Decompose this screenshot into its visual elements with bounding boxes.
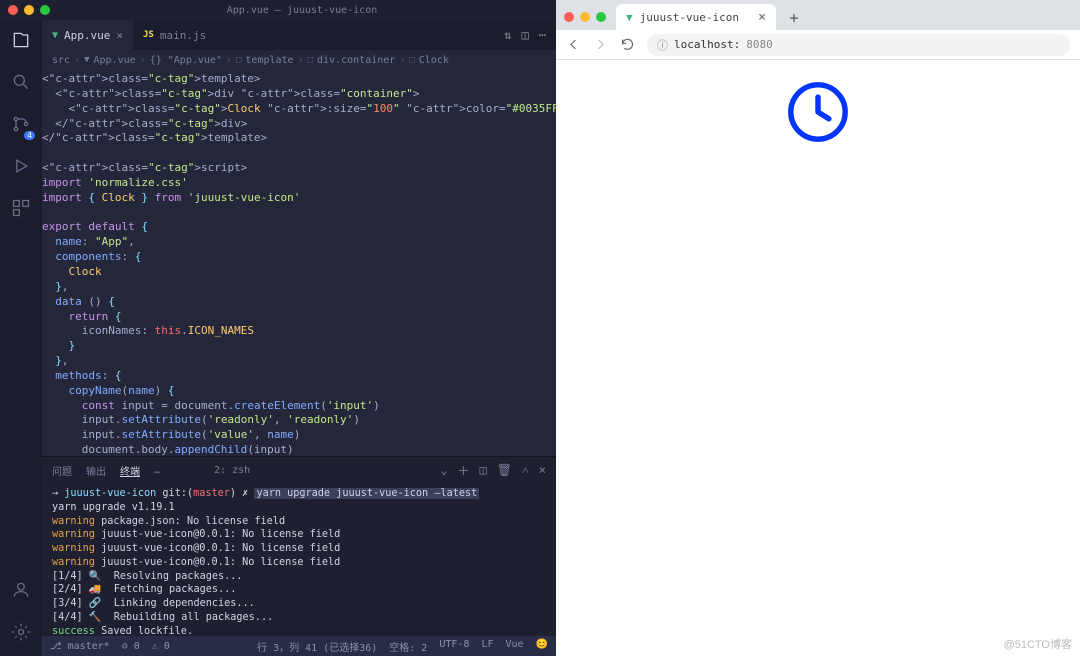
breadcrumbs[interactable]: src› ▼App.vue› {} "App.vue"› ⬚template› …: [42, 50, 556, 70]
url-port: 8080: [746, 38, 773, 51]
tab-label: main.js: [160, 29, 206, 42]
panel-tab-terminal[interactable]: 终端: [120, 463, 140, 478]
close-window-button[interactable]: [8, 5, 18, 15]
encoding[interactable]: UTF-8: [439, 639, 469, 654]
browser-viewport: [556, 60, 1080, 656]
status-bar: ⎇ master* ⊘ 0 ⚠ 0 行 3，列 41 (已选择36) 空格: 2…: [42, 636, 556, 656]
source-control-icon[interactable]: [11, 114, 31, 138]
more-icon[interactable]: ⋯: [539, 28, 546, 42]
editor-tabs: ▼ App.vue × JS main.js ⇅ ◫ ⋯: [42, 20, 556, 50]
language-mode[interactable]: Vue: [505, 639, 523, 654]
code-editor[interactable]: <"c-attr">class="c-tag">template> <"c-at…: [42, 70, 556, 456]
tab-label: App.vue: [64, 29, 110, 42]
new-terminal-icon[interactable]: ＋: [458, 462, 470, 479]
settings-icon[interactable]: [11, 622, 31, 646]
terminal-shell[interactable]: 2: zsh: [214, 465, 250, 476]
debug-icon[interactable]: [11, 156, 31, 180]
panel-tab-output[interactable]: 输出: [86, 463, 106, 478]
tab-main-js[interactable]: JS main.js: [133, 20, 216, 50]
browser-window: ▼ juuust-vue-icon × + ⓘ localhost: 8080: [556, 0, 1080, 656]
maximize-window-button[interactable]: [40, 5, 50, 15]
panel: 问题 输出 终端 … 2: zsh ⌄ ＋ ◫ 🗑 ˄ × → juuust-v…: [42, 456, 556, 636]
new-tab-button[interactable]: +: [782, 6, 806, 30]
extensions-icon[interactable]: [11, 198, 31, 222]
panel-tab-problems[interactable]: 问题: [52, 463, 72, 478]
trash-icon[interactable]: 🗑: [497, 463, 512, 477]
feedback-icon[interactable]: 😊: [536, 639, 548, 654]
browser-tab[interactable]: ▼ juuust-vue-icon ×: [616, 4, 776, 30]
indentation[interactable]: 空格: 2: [389, 639, 427, 654]
cursor-position[interactable]: 行 3，列 41 (已选择36): [257, 639, 377, 654]
activity-bar: [0, 20, 42, 656]
js-file-icon: JS: [143, 30, 154, 40]
split-terminal-icon[interactable]: ◫: [480, 463, 487, 477]
browser-toolbar: ⓘ localhost: 8080: [556, 30, 1080, 60]
maximize-window-button[interactable]: [596, 12, 606, 22]
browser-tab-title: juuust-vue-icon: [640, 11, 739, 24]
minimize-window-button[interactable]: [580, 12, 590, 22]
vscode-window: App.vue — juuust-vue-icon ▼ App.vue ×: [0, 0, 556, 656]
info-icon: ⓘ: [657, 37, 668, 53]
vue-file-icon: ▼: [52, 30, 58, 41]
panel-tab-more[interactable]: …: [154, 465, 160, 476]
close-window-button[interactable]: [564, 12, 574, 22]
terminal-dropdown-icon[interactable]: ⌄: [440, 463, 447, 477]
window-title: App.vue — juuust-vue-icon: [56, 5, 548, 16]
address-bar[interactable]: ⓘ localhost: 8080: [647, 34, 1070, 56]
vscode-titlebar: App.vue — juuust-vue-icon: [0, 0, 556, 20]
explorer-icon[interactable]: [11, 30, 31, 54]
errors-count[interactable]: ⊘ 0: [122, 641, 140, 652]
terminal[interactable]: → juuust-vue-icon git:(master) ✗ yarn up…: [42, 483, 556, 636]
tab-app-vue[interactable]: ▼ App.vue ×: [42, 20, 133, 50]
minimize-window-button[interactable]: [24, 5, 34, 15]
clock-icon: [784, 78, 852, 146]
reload-icon[interactable]: [620, 37, 635, 52]
git-branch[interactable]: ⎇ master*: [50, 641, 110, 652]
eol[interactable]: LF: [481, 639, 493, 654]
warnings-count[interactable]: ⚠ 0: [152, 641, 170, 652]
chevron-up-icon[interactable]: ˄: [522, 463, 529, 478]
watermark: @51CTO博客: [1004, 636, 1072, 652]
vue-favicon-icon: ▼: [626, 11, 633, 24]
close-tab-icon[interactable]: ×: [758, 10, 766, 25]
compare-icon[interactable]: ⇅: [504, 28, 511, 42]
back-icon[interactable]: [566, 37, 581, 52]
forward-icon[interactable]: [593, 37, 608, 52]
split-editor-icon[interactable]: ◫: [522, 28, 529, 42]
account-icon[interactable]: [11, 580, 31, 604]
close-icon[interactable]: ×: [116, 29, 123, 42]
url-host: localhost:: [674, 38, 740, 51]
search-icon[interactable]: [11, 72, 31, 96]
close-panel-icon[interactable]: ×: [539, 463, 546, 477]
